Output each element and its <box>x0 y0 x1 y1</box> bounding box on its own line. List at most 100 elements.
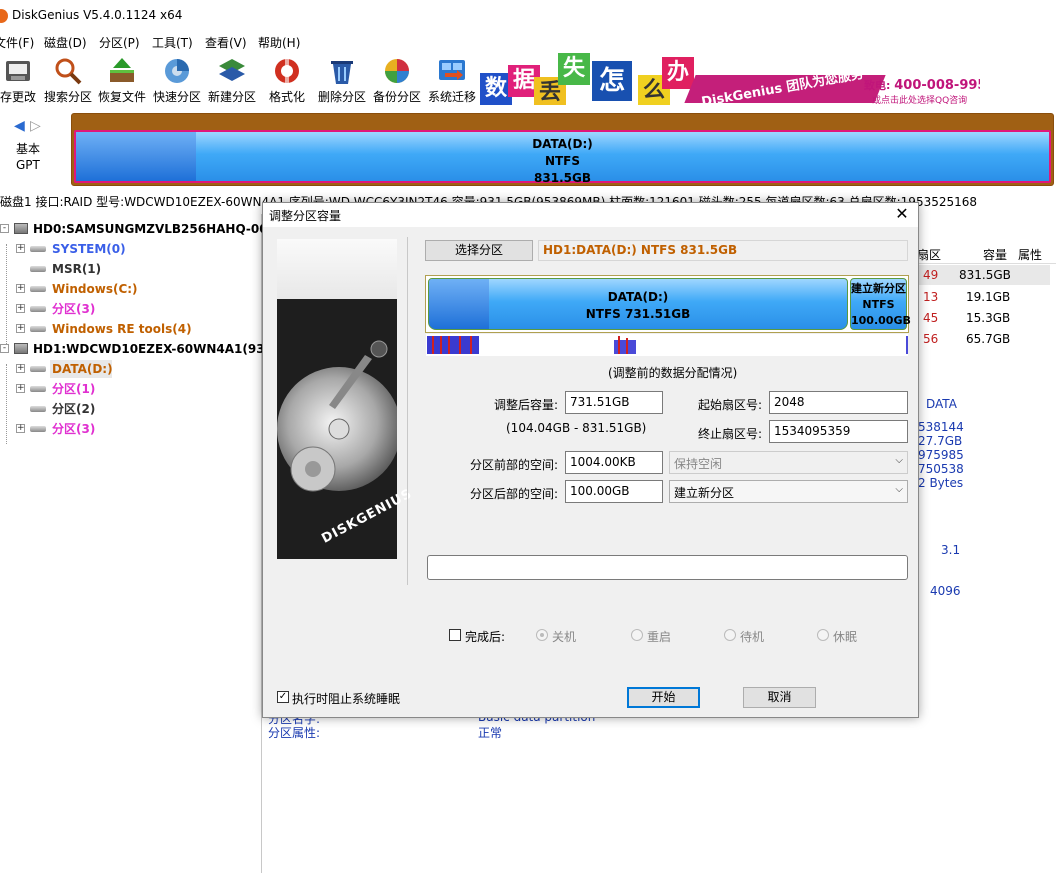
next-disk-icon[interactable]: ▷ <box>30 118 41 134</box>
tree-partition-item[interactable]: + 分区(3) <box>0 299 262 319</box>
menu-disk[interactable]: 磁盘(D) <box>44 34 87 51</box>
size-input[interactable]: 731.51GB <box>565 391 663 414</box>
disk-map-nav: ◀ ▷ 基本 GPT <box>0 112 66 188</box>
front-space-input[interactable]: 1004.00KB <box>565 451 663 474</box>
end-sector-label: 终止扇区号: <box>698 427 763 441</box>
collapse-icon[interactable]: - <box>0 224 9 233</box>
search-partition-button[interactable]: 搜索分区 <box>40 52 96 108</box>
back-space-label: 分区后部的空间: <box>470 487 559 501</box>
row-capacity: 65.7GB <box>966 332 1011 346</box>
disk-map-bar[interactable]: DATA(D:) NTFS 831.5GB <box>71 113 1054 186</box>
after-done-checkbox[interactable] <box>449 629 461 641</box>
front-space-label: 分区前部的空间: <box>470 458 559 472</box>
restart-radio[interactable] <box>631 629 643 641</box>
new-partition-button[interactable]: 新建分区 <box>204 52 260 108</box>
menu-view[interactable]: 查看(V) <box>205 34 247 51</box>
banner-tile: 怎 <box>592 61 632 101</box>
resized-partition-name: DATA(D:) <box>607 290 669 304</box>
tree-item-label: MSR(1) <box>52 262 102 276</box>
back-space-action-select[interactable]: 建立新分区 ⌵ <box>669 480 908 503</box>
hibernate-label: 休眠 <box>833 630 858 644</box>
app-logo-icon <box>0 9 8 23</box>
backup-partition-icon <box>385 59 409 83</box>
progress-bar <box>427 555 908 580</box>
disk-map-partition-name: DATA(D:) <box>532 137 593 151</box>
delete-partition-button[interactable]: 删除分区 <box>314 52 370 108</box>
system-migrate-button[interactable]: 系统迁移 <box>424 52 480 108</box>
prev-disk-icon[interactable]: ◀ <box>14 118 25 134</box>
hibernate-radio[interactable] <box>817 629 829 641</box>
back-space-input[interactable]: 100.00GB <box>565 480 663 503</box>
standby-label: 待机 <box>740 630 765 644</box>
expand-icon[interactable]: + <box>16 324 25 333</box>
menu-help[interactable]: 帮助(H) <box>258 34 300 51</box>
tree-disk-item[interactable]: - HD0:SAMSUNGMZVLB256HAHQ-000 <box>0 219 276 239</box>
backup-partition-button[interactable]: 备份分区 <box>369 52 425 108</box>
recover-file-icon <box>110 58 134 82</box>
row-capacity: 19.1GB <box>966 290 1011 304</box>
start-sector-label: 起始扇区号: <box>698 398 763 412</box>
start-sector-input[interactable]: 2048 <box>769 391 908 414</box>
quick-partition-button[interactable]: 快速分区 <box>149 52 205 108</box>
menu-tools[interactable]: 工具(T) <box>152 34 193 51</box>
disk-tree[interactable]: - HD0:SAMSUNGMZVLB256HAHQ-000 + SYSTEM(0) MS… <box>0 214 283 873</box>
banner-tile: 失 <box>558 53 590 85</box>
partition-layout-visual[interactable]: DATA(D:) NTFS 731.51GB 建立新分区 NTFS 100.00… <box>425 275 911 333</box>
delete-partition-icon <box>331 61 353 84</box>
disk-partition-style: GPT <box>16 158 40 172</box>
partition-icon <box>30 386 46 392</box>
row-sector: 13 <box>923 290 939 304</box>
tree-guide-line <box>6 244 7 344</box>
start-button[interactable]: 开始 <box>627 687 700 708</box>
menu-file[interactable]: 文件(F) <box>0 34 34 51</box>
prevent-sleep-checkbox[interactable]: ✓ <box>277 691 289 703</box>
new-partition-size: 100.00GB <box>851 314 911 327</box>
disk-map-partition[interactable]: DATA(D:) NTFS 831.5GB <box>74 130 1051 185</box>
tree-partition-item[interactable]: + 分区(1) <box>0 379 262 399</box>
detail-data-label: DATA <box>926 397 957 411</box>
tree-partition-item[interactable]: MSR(1) <box>0 259 262 279</box>
tree-partition-item[interactable]: + SYSTEM(0) <box>0 239 262 259</box>
shutdown-radio[interactable] <box>536 629 548 641</box>
promo-banner[interactable]: 数 据 丢 失 怎 么 办 DiskGenius 团队为您服务 致电: 400-… <box>480 53 980 105</box>
chevron-down-icon: ⌵ <box>895 455 903 466</box>
end-sector-input[interactable]: 1534095359 <box>769 420 908 443</box>
recover-file-button[interactable]: 恢复文件 <box>94 52 150 108</box>
divider <box>407 237 408 585</box>
menu-partition[interactable]: 分区(P) <box>99 34 140 51</box>
expand-icon[interactable]: + <box>16 384 25 393</box>
expand-icon[interactable]: + <box>16 364 25 373</box>
cancel-button[interactable]: 取消 <box>743 687 816 708</box>
distribution-caption: (调整前的数据分配情况) <box>608 366 738 380</box>
collapse-icon[interactable]: - <box>0 344 9 353</box>
new-partition-title: 建立新分区 <box>851 282 906 295</box>
format-button[interactable]: 格式化 <box>259 52 315 108</box>
select-partition-button[interactable]: 选择分区 <box>425 240 533 261</box>
partition-icon <box>30 366 46 372</box>
row-sector: 49 <box>923 268 939 282</box>
resized-partition-label: DATA(D:) NTFS 731.51GB <box>429 289 847 323</box>
banner-qq-link[interactable]: 或点击此处选择QQ咨询 <box>872 93 967 105</box>
tree-partition-item[interactable]: 分区(2) <box>0 399 262 419</box>
partition-icon <box>30 246 46 252</box>
save-icon <box>6 61 30 81</box>
tree-item-label: HD0:SAMSUNGMZVLB256HAHQ-000 <box>33 222 276 236</box>
tree-partition-item[interactable]: + 分区(3) <box>0 419 262 439</box>
hotline-prefix: 致电: <box>864 79 891 92</box>
back-space-action-value: 建立新分区 <box>674 486 735 500</box>
tree-disk-item[interactable]: - HD1:WDCWD10EZEX-60WN4A1(932G <box>0 339 283 359</box>
detail-value: 750538 <box>918 462 964 476</box>
tree-partition-item[interactable]: + DATA(D:) <box>0 359 262 379</box>
close-icon[interactable]: ✕ <box>892 204 912 224</box>
expand-icon[interactable]: + <box>16 424 25 433</box>
resized-partition-block[interactable]: DATA(D:) NTFS 731.51GB <box>428 278 848 330</box>
tree-partition-item[interactable]: + Windows(C:) <box>0 279 262 299</box>
standby-radio[interactable] <box>724 629 736 641</box>
tree-partition-item[interactable]: + Windows RE tools(4) <box>0 319 262 339</box>
tree-item-label: Windows RE tools(4) <box>52 322 192 336</box>
expand-icon[interactable]: + <box>16 244 25 253</box>
expand-icon[interactable]: + <box>16 284 25 293</box>
new-partition-block[interactable]: 建立新分区 NTFS 100.00GB <box>850 278 911 330</box>
expand-icon[interactable]: + <box>16 304 25 313</box>
resized-partition-info: NTFS 731.51GB <box>585 307 691 321</box>
